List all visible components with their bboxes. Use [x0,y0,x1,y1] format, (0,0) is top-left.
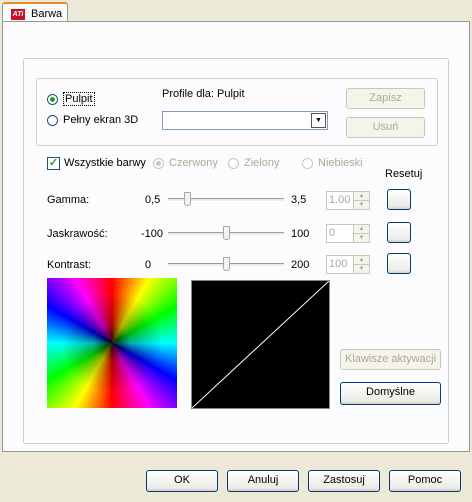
gamma-slider-thumb[interactable] [184,192,192,206]
radio-desktop-label[interactable]: Pulpit [63,92,95,106]
radio-fullscreen-label[interactable]: Pełny ekran 3D [63,114,138,126]
ok-button[interactable]: OK [146,470,218,492]
up-arrow-icon[interactable]: ▲ [354,256,369,265]
brightness-max: 100 [291,228,310,240]
contrast-slider-thumb[interactable] [223,257,230,271]
all-colors-label[interactable]: Wszystkie barwy [64,157,146,169]
down-arrow-icon[interactable]: ▼ [354,265,369,273]
gamma-value: 1.00 [329,194,351,206]
tab-barwa[interactable]: ATi Barwa [2,2,68,22]
gamma-max: 3,5 [291,194,307,206]
contrast-label: Kontrast: [47,259,92,271]
spin-buttons: ▲ ▼ [353,256,369,273]
spin-buttons: ▲ ▼ [353,225,369,242]
brightness-slider-thumb[interactable] [223,226,230,240]
brightness-min: -100 [141,228,164,240]
down-arrow-icon[interactable]: ▼ [354,201,369,209]
delete-profile-button[interactable]: Usuń [346,117,425,138]
contrast-reset-button[interactable] [387,253,411,274]
radio-desktop[interactable] [47,94,58,105]
radio-selected-dot [50,97,55,102]
gamma-min: 0,5 [145,194,161,206]
brightness-stepper[interactable]: 0 ▲ ▼ [326,224,370,243]
contrast-max: 200 [291,259,310,271]
radio-red[interactable] [153,158,164,169]
down-arrow-icon[interactable]: ▼ [354,234,369,242]
gamma-reset-button[interactable] [387,189,411,210]
radio-green[interactable] [228,158,239,169]
profile-label: Profile dla: [162,88,214,100]
ati-logo-icon: ATi [11,9,25,20]
radio-blue-label[interactable]: Niebieski [318,157,363,169]
radio-red-label[interactable]: Czerwony [169,157,218,169]
brightness-value: 0 [329,227,336,239]
profile-dropdown[interactable]: ▼ [162,111,328,130]
up-arrow-icon[interactable]: ▲ [354,225,369,234]
profile-target: Pulpit [217,88,245,100]
radio-fullscreen-3d[interactable] [47,115,58,126]
all-colors-checkbox[interactable]: ✓ [47,157,60,170]
contrast-stepper[interactable]: 100 ▲ ▼ [326,255,370,274]
help-button[interactable]: Pomoc [389,470,461,492]
gamma-stepper[interactable]: 1.00 ▲ ▼ [326,191,370,210]
spin-buttons: ▲ ▼ [353,192,369,209]
up-arrow-icon[interactable]: ▲ [354,192,369,201]
gamma-curve-preview [191,280,330,409]
hotkeys-button[interactable]: Klawisze aktywacji [340,349,441,370]
contrast-min: 0 [145,259,152,271]
brightness-label: Jaskrawość: [47,228,108,240]
gamma-curve-svg [192,281,329,408]
contrast-value: 100 [329,258,348,270]
save-profile-button[interactable]: Zapisz [346,88,425,109]
gamma-label: Gamma: [47,194,90,206]
tab-label: Barwa [31,8,63,20]
cancel-button[interactable]: Anuluj [227,470,299,492]
reset-heading: Resetuj [385,168,423,180]
radio-blue[interactable] [302,158,313,169]
radio-selected-dot [156,161,161,166]
apply-button[interactable]: Zastosuj [308,470,380,492]
color-spectrum-shade [47,278,177,408]
brightness-reset-button[interactable] [387,222,411,243]
defaults-button[interactable]: Domyślne [340,382,441,405]
chevron-down-icon[interactable]: ▼ [311,113,326,128]
gamma-curve-line [192,281,329,408]
radio-green-label[interactable]: Zielony [244,157,279,169]
